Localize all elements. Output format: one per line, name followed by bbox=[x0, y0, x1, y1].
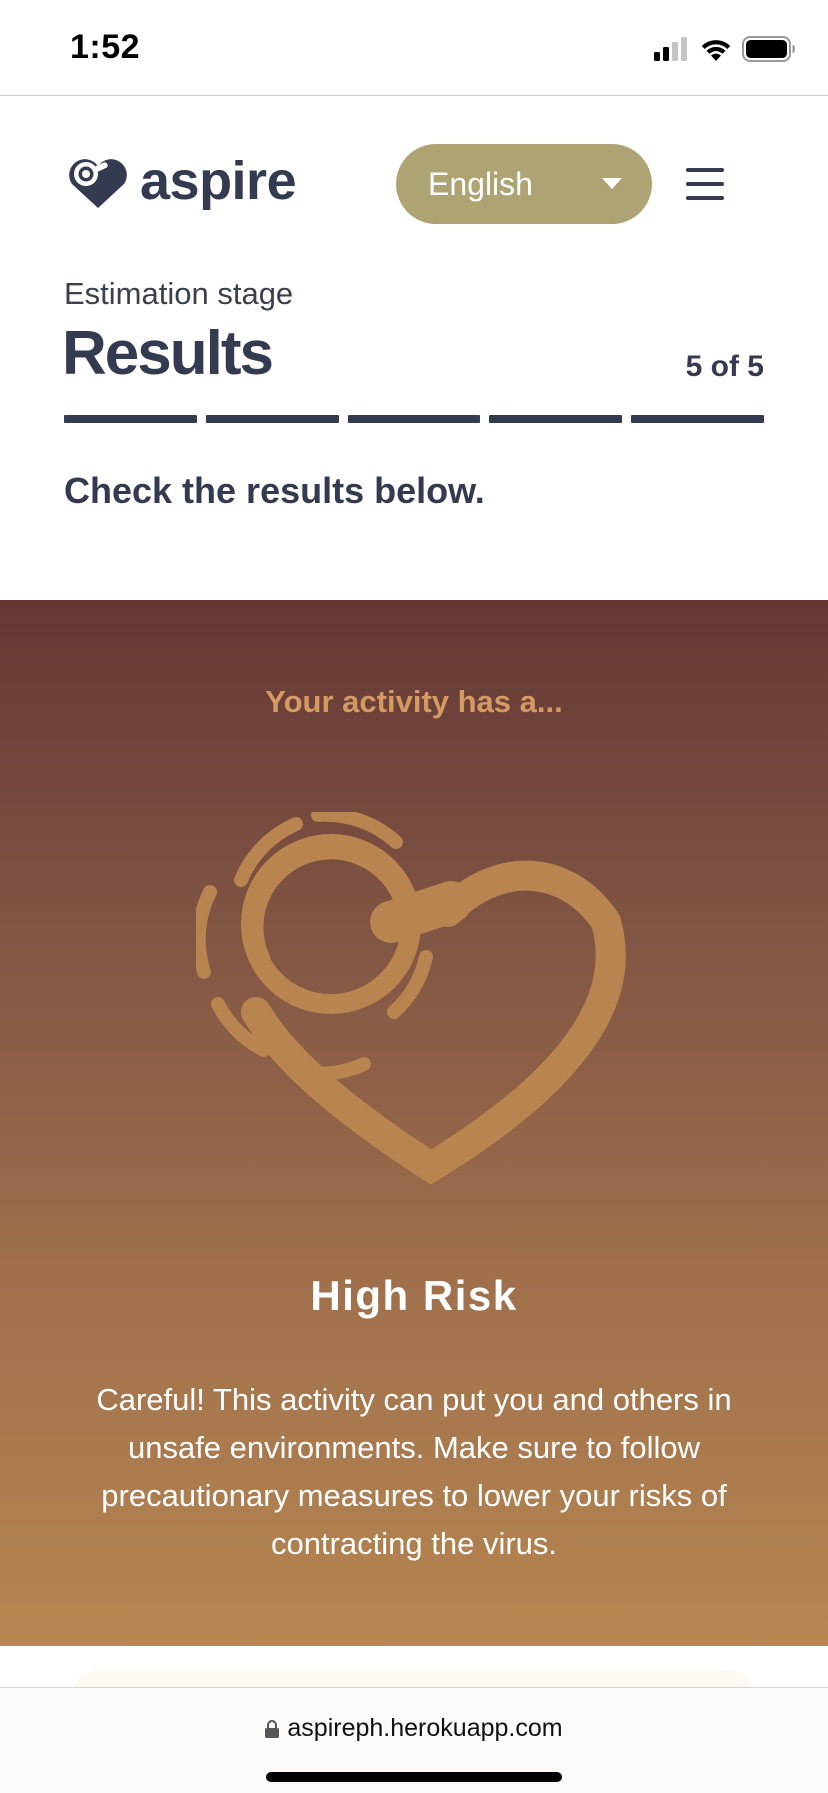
progress-segment bbox=[489, 415, 623, 423]
instruction-text: Check the results below. bbox=[64, 470, 485, 511]
stage-label: Estimation stage bbox=[64, 276, 294, 311]
battery-icon bbox=[742, 36, 795, 62]
status-icons bbox=[654, 36, 796, 62]
language-select-value: English bbox=[428, 165, 533, 202]
browser-address-bar[interactable]: aspireph.herokuapp.com bbox=[0, 1687, 828, 1793]
url-text: aspireph.herokuapp.com bbox=[287, 1714, 563, 1742]
brand-logo[interactable]: aspire bbox=[64, 150, 297, 212]
aspire-heart-logo-icon bbox=[69, 159, 127, 208]
caret-down-icon bbox=[602, 178, 622, 189]
url-display[interactable]: aspireph.herokuapp.com bbox=[0, 1714, 828, 1743]
result-panel: Your activity has a... High Risk Careful… bbox=[0, 600, 828, 1646]
status-time: 1:52 bbox=[70, 28, 141, 66]
progress-segment bbox=[64, 415, 197, 423]
progress-segment bbox=[347, 415, 481, 423]
language-select[interactable]: English bbox=[396, 144, 652, 224]
home-indicator[interactable] bbox=[266, 1772, 562, 1782]
progress-segment bbox=[205, 415, 339, 423]
result-intro: Your activity has a... bbox=[265, 684, 563, 719]
status-bar-divider bbox=[0, 95, 828, 96]
stage-progress-bar bbox=[64, 415, 764, 423]
status-bar: 1:52 bbox=[0, 0, 828, 95]
wifi-icon bbox=[701, 40, 731, 61]
progress-segment bbox=[631, 415, 764, 423]
heart-magnifier-icon bbox=[196, 812, 626, 1185]
step-counter: 5 of 5 bbox=[685, 350, 764, 383]
lock-icon bbox=[265, 1719, 280, 1738]
risk-level: High Risk bbox=[310, 1272, 518, 1319]
page-title: Results bbox=[62, 319, 274, 388]
risk-description: Careful! This activity can put you and o… bbox=[96, 1382, 732, 1561]
brand-name: aspire bbox=[140, 151, 297, 211]
menu-icon[interactable] bbox=[686, 168, 724, 200]
cellular-signal-icon bbox=[654, 37, 687, 61]
